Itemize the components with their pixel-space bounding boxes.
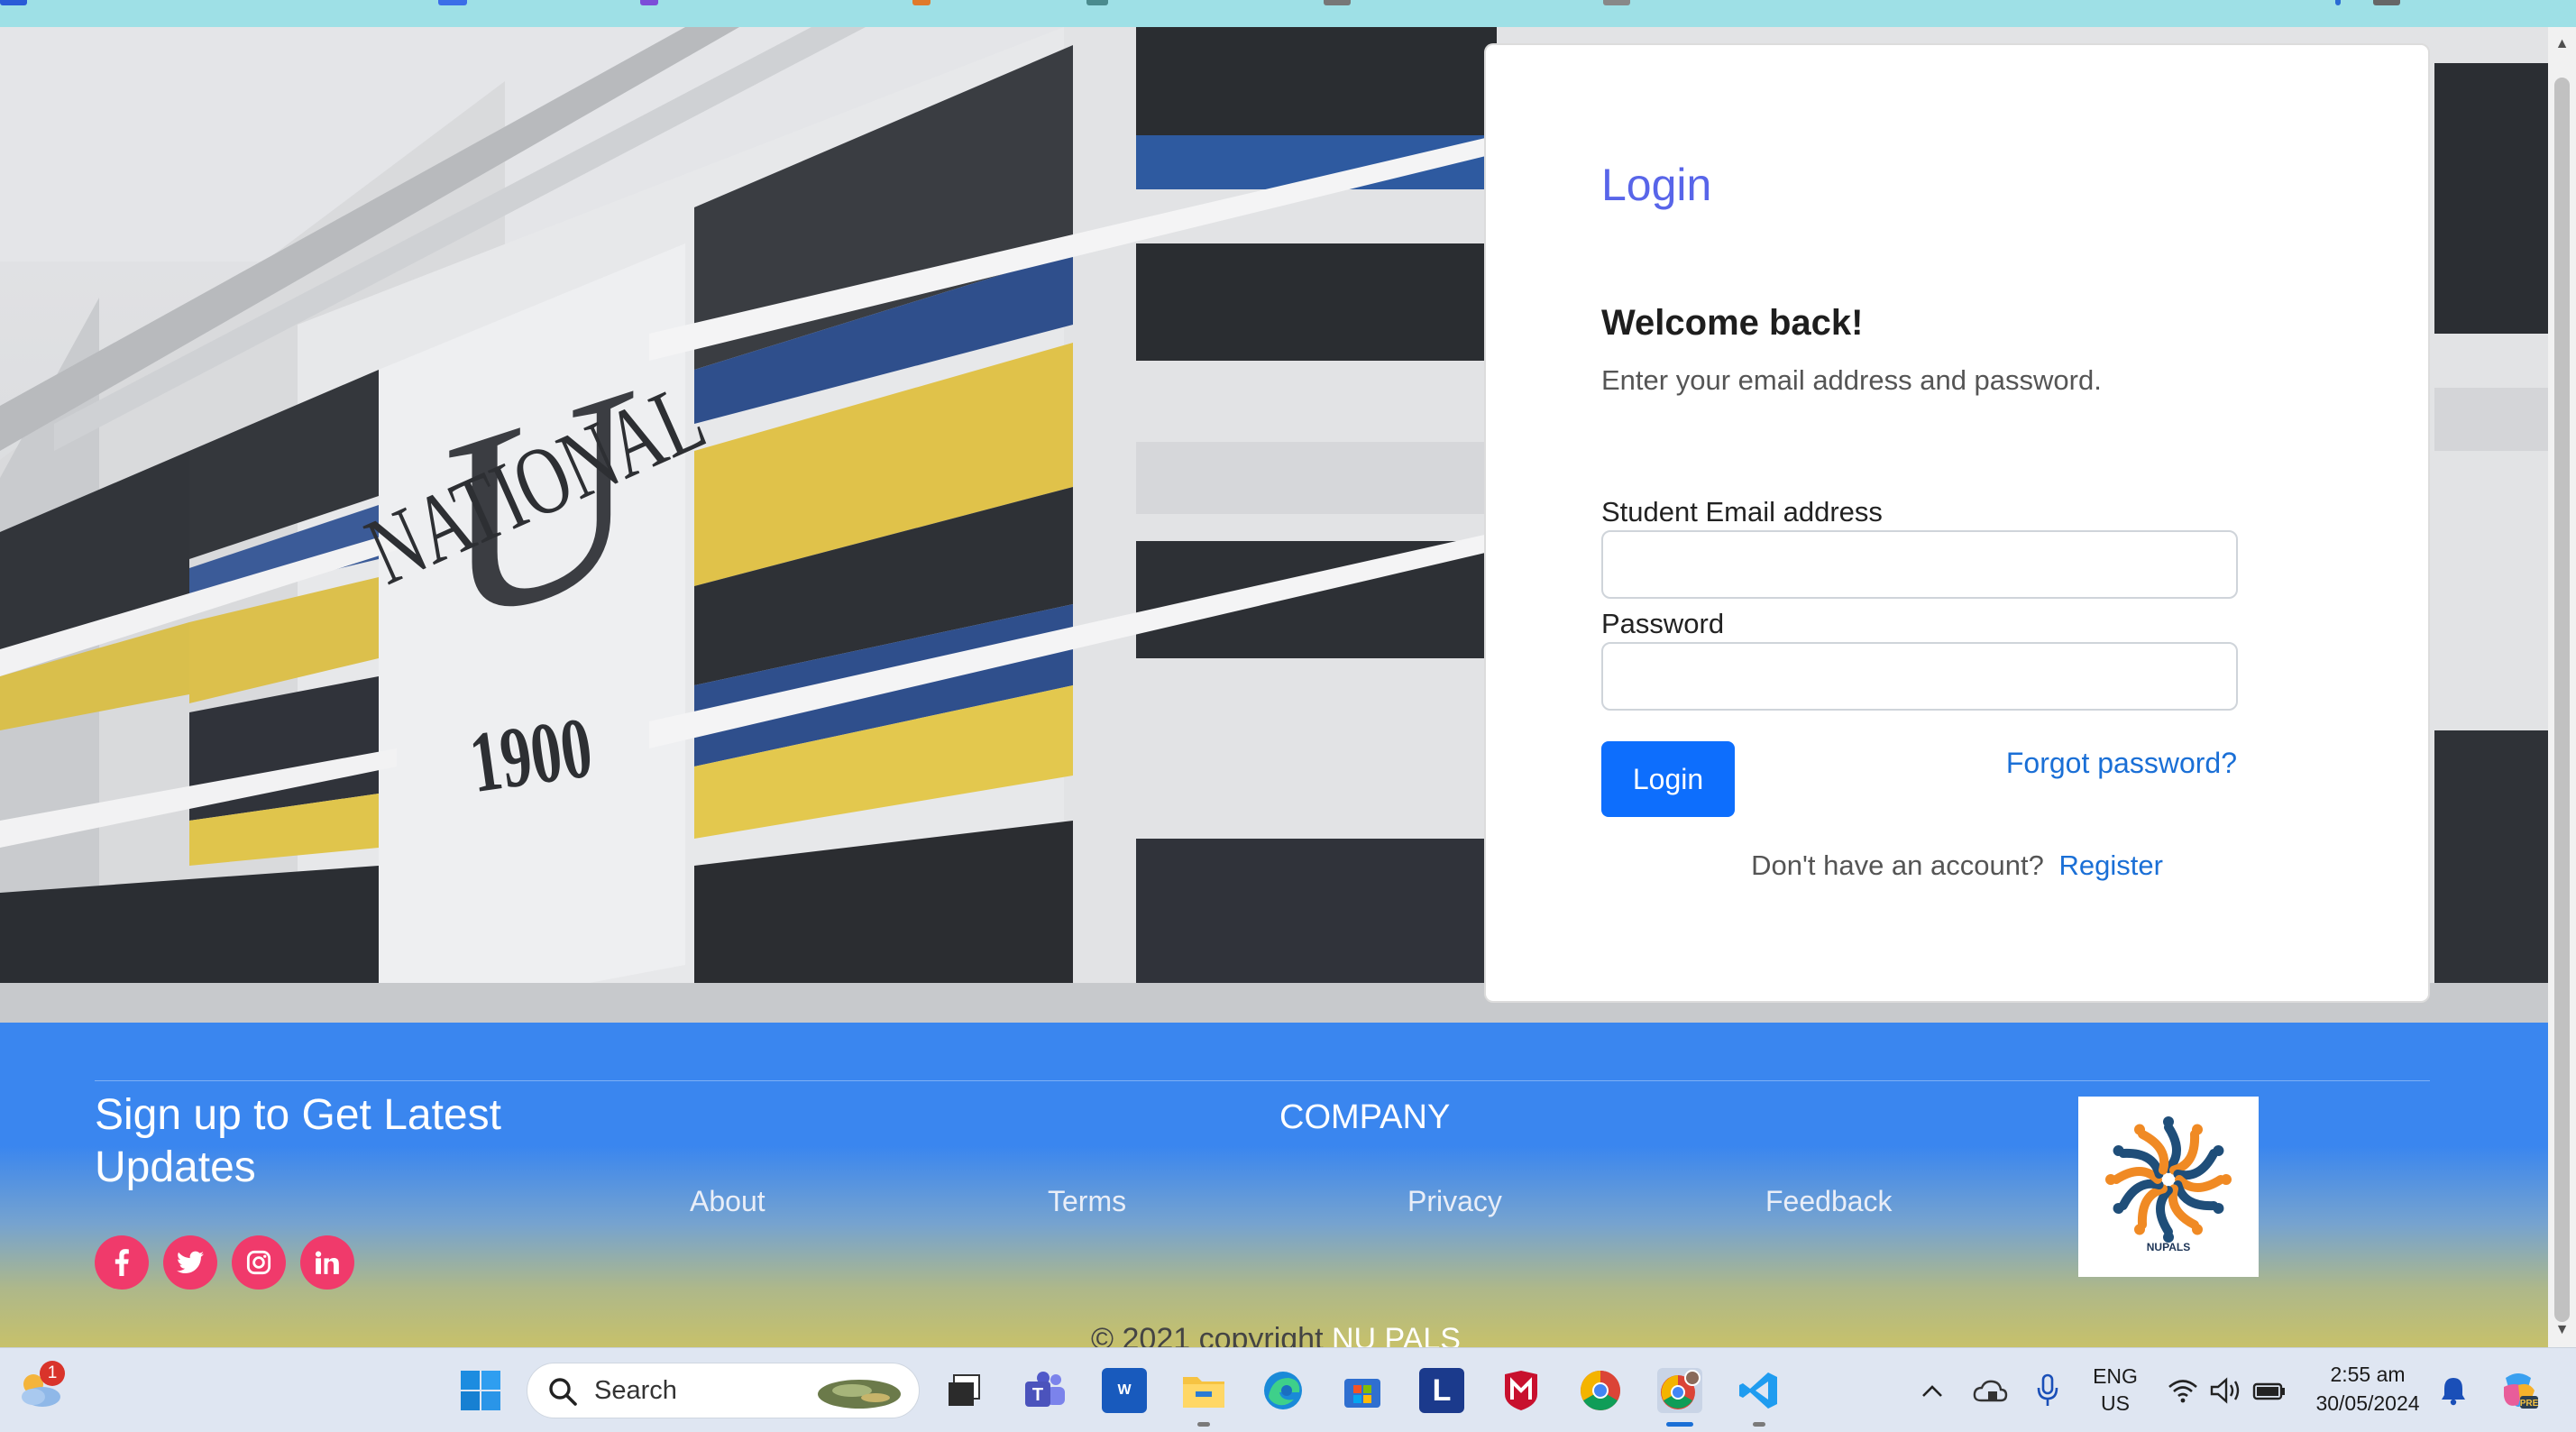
instagram-icon[interactable] — [232, 1235, 286, 1290]
copyright-brand-link[interactable]: NU PALS — [1332, 1322, 1461, 1347]
onedrive-icon[interactable] — [1967, 1368, 2012, 1413]
footer-link-terms[interactable]: Terms — [1048, 1185, 1126, 1218]
bookmark-icon[interactable] — [1324, 0, 1351, 5]
search-highlight-image — [818, 1380, 901, 1409]
svg-text:T: T — [1032, 1385, 1043, 1405]
footer-divider — [95, 1080, 2430, 1081]
page-scrollbar[interactable]: ▲ ▼ — [2548, 27, 2576, 1347]
scroll-down-arrow-icon[interactable]: ▼ — [2548, 1317, 2576, 1344]
edge-icon[interactable] — [1260, 1368, 1306, 1413]
logo-caption: NUPALS — [2146, 1241, 2191, 1253]
email-label: Student Email address — [1601, 496, 1883, 528]
building-sign-number: 1900 — [463, 698, 598, 812]
file-explorer-icon[interactable] — [1181, 1368, 1226, 1413]
teams-icon[interactable]: T — [1022, 1368, 1068, 1413]
footer-link-privacy[interactable]: Privacy — [1407, 1185, 1502, 1218]
browser-bookmarks-strip — [0, 0, 2576, 27]
no-account-text: Don't have an account? — [1751, 849, 2044, 881]
mcafee-icon[interactable] — [1499, 1368, 1544, 1413]
chrome-icon[interactable] — [1578, 1368, 1623, 1413]
microsoft-store-icon[interactable] — [1340, 1368, 1385, 1413]
scroll-thumb[interactable] — [2554, 78, 2570, 1322]
bookmark-icon[interactable] — [1603, 0, 1630, 5]
company-heading: COMPANY — [1279, 1098, 1451, 1136]
login-subtitle: Enter your email address and password. — [1601, 364, 2102, 396]
forgot-password-link[interactable]: Forgot password? — [2006, 747, 2237, 780]
battery-icon[interactable] — [2247, 1368, 2292, 1413]
scroll-up-arrow-icon[interactable]: ▲ — [2548, 31, 2576, 58]
password-label: Password — [1601, 608, 1725, 639]
login-title: Login — [1601, 160, 1712, 210]
svg-text:PRE: PRE — [2520, 1399, 2539, 1409]
footer-link-about[interactable]: About — [690, 1185, 765, 1218]
chevron-up-icon[interactable] — [1910, 1368, 1955, 1413]
active-app-indicator — [1666, 1422, 1693, 1427]
login-button[interactable]: Login — [1601, 741, 1735, 817]
l-app-icon[interactable]: L — [1419, 1368, 1464, 1413]
no-account-row: Don't have an account? Register — [1486, 849, 2428, 882]
copyright-prefix: © 2021 copyright — [1091, 1322, 1324, 1347]
facebook-icon[interactable] — [95, 1235, 149, 1290]
running-indicator — [1753, 1422, 1765, 1427]
notification-bell-icon[interactable] — [2431, 1368, 2476, 1413]
bookmark-icon[interactable] — [0, 0, 27, 5]
bookmark-icon[interactable] — [2335, 0, 2341, 5]
twitter-icon[interactable] — [163, 1235, 217, 1290]
wifi-icon[interactable] — [2160, 1368, 2205, 1413]
social-links — [95, 1235, 354, 1290]
language-region[interactable]: US — [2090, 1391, 2141, 1416]
clock-time[interactable]: 2:55 am — [2308, 1363, 2427, 1387]
welcome-heading: Welcome back! — [1601, 303, 1864, 343]
taskbar-search[interactable]: Search — [527, 1363, 920, 1418]
nupals-logo[interactable]: NUPALS — [2078, 1097, 2259, 1277]
search-placeholder: Search — [594, 1376, 677, 1405]
signup-heading: Sign up to Get Latest Updates — [95, 1091, 501, 1191]
vscode-icon[interactable] — [1737, 1368, 1782, 1413]
windows-start-icon[interactable] — [458, 1368, 503, 1413]
screen: U NATIONAL 1900 Login Welcome back! Ente… — [0, 0, 2576, 1432]
volume-icon[interactable] — [2204, 1368, 2249, 1413]
clock-date[interactable]: 30/05/2024 — [2308, 1391, 2427, 1416]
bookmark-icon[interactable] — [1086, 0, 1108, 5]
register-link[interactable]: Register — [2058, 849, 2162, 881]
bookmark-icon[interactable] — [912, 0, 930, 5]
footer-link-feedback[interactable]: Feedback — [1765, 1185, 1893, 1218]
email-field[interactable] — [1601, 530, 2238, 599]
taskbar: 1 Search T W L ENG US 2:55 am 30/05/2024… — [0, 1347, 2576, 1432]
password-field[interactable] — [1601, 642, 2238, 711]
task-view-icon[interactable] — [941, 1368, 986, 1413]
running-indicator — [1197, 1422, 1210, 1427]
microphone-icon[interactable] — [2025, 1368, 2070, 1413]
bookmark-icon[interactable] — [640, 0, 658, 5]
copyright-text: © 2021 copyright NU PALS — [1091, 1322, 1461, 1347]
chrome-profile-icon[interactable] — [1657, 1368, 1702, 1413]
notification-badge: 1 — [40, 1361, 65, 1386]
login-card: Login Welcome back! Enter your email add… — [1484, 43, 2430, 1003]
word-icon[interactable]: W — [1102, 1368, 1147, 1413]
footer: Sign up to Get Latest Updates COMPANY Ab… — [0, 1023, 2548, 1347]
bookmark-icon[interactable] — [438, 0, 467, 5]
copilot-icon[interactable]: PRE — [2496, 1368, 2541, 1413]
language-code[interactable]: ENG — [2090, 1364, 2141, 1389]
linkedin-icon[interactable] — [300, 1235, 354, 1290]
search-icon — [549, 1378, 577, 1406]
bookmark-icon[interactable] — [2373, 0, 2400, 5]
